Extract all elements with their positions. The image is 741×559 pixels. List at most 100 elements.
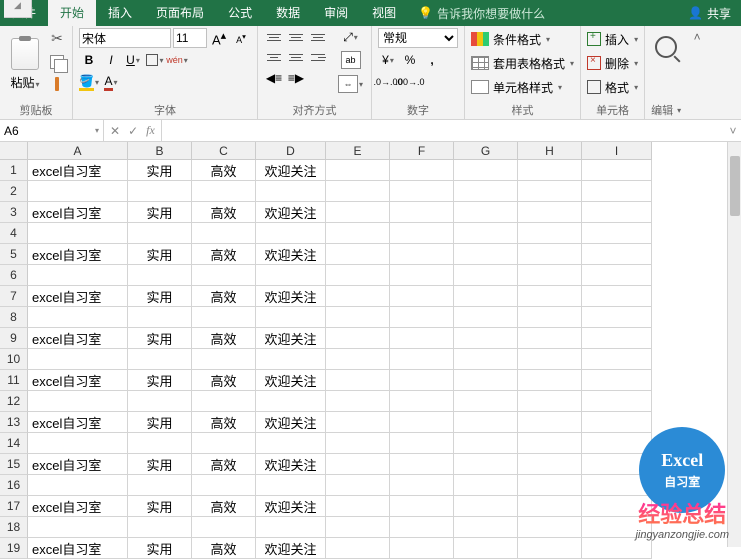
- cell-E2[interactable]: [326, 181, 390, 202]
- cell-F5[interactable]: [390, 244, 454, 265]
- cell-C13[interactable]: 高效: [192, 412, 256, 433]
- cell-I1[interactable]: [582, 160, 652, 181]
- font-size-select[interactable]: [173, 28, 207, 48]
- cell-E10[interactable]: [326, 349, 390, 370]
- increase-font-button[interactable]: A▴: [209, 28, 229, 48]
- cell-I16[interactable]: [582, 475, 652, 496]
- cell-E4[interactable]: [326, 223, 390, 244]
- cell-B15[interactable]: 实用: [128, 454, 192, 475]
- cell-C10[interactable]: [192, 349, 256, 370]
- cell-A19[interactable]: excel自习室: [28, 538, 128, 559]
- fill-color-button[interactable]: 🪣▾: [79, 72, 99, 92]
- cell-G9[interactable]: [454, 328, 518, 349]
- cell-C8[interactable]: [192, 307, 256, 328]
- cell-A1[interactable]: excel自习室: [28, 160, 128, 181]
- tab-review[interactable]: 审阅: [312, 0, 360, 26]
- expand-formula-bar-button[interactable]: ˅: [725, 124, 741, 138]
- cell-D19[interactable]: 欢迎关注: [256, 538, 326, 559]
- cell-E1[interactable]: [326, 160, 390, 181]
- cell-H1[interactable]: [518, 160, 582, 181]
- cell-A15[interactable]: excel自习室: [28, 454, 128, 475]
- tab-home[interactable]: 开始: [48, 0, 96, 26]
- cell-B12[interactable]: [128, 391, 192, 412]
- cell-H4[interactable]: [518, 223, 582, 244]
- align-bottom-button[interactable]: [308, 28, 328, 46]
- comma-button[interactable]: ,: [422, 50, 442, 70]
- format-as-table-button[interactable]: 套用表格格式▾: [471, 52, 574, 74]
- delete-cells-button[interactable]: 删除▾: [587, 52, 638, 74]
- cell-F8[interactable]: [390, 307, 454, 328]
- cell-D4[interactable]: [256, 223, 326, 244]
- cell-E6[interactable]: [326, 265, 390, 286]
- tab-formulas[interactable]: 公式: [216, 0, 264, 26]
- row-header-19[interactable]: 19: [0, 538, 28, 559]
- cell-E7[interactable]: [326, 286, 390, 307]
- cell-D9[interactable]: 欢迎关注: [256, 328, 326, 349]
- cell-G18[interactable]: [454, 517, 518, 538]
- cell-A9[interactable]: excel自习室: [28, 328, 128, 349]
- tell-me[interactable]: 💡 告诉我你想要做什么: [418, 5, 545, 22]
- cell-H12[interactable]: [518, 391, 582, 412]
- cell-D17[interactable]: 欢迎关注: [256, 496, 326, 517]
- cell-G13[interactable]: [454, 412, 518, 433]
- increase-indent-button[interactable]: ≡▶: [286, 68, 306, 88]
- cell-I14[interactable]: [582, 433, 652, 454]
- cell-H10[interactable]: [518, 349, 582, 370]
- cell-G17[interactable]: [454, 496, 518, 517]
- decrease-font-button[interactable]: A▾: [231, 28, 251, 48]
- cell-F4[interactable]: [390, 223, 454, 244]
- cell-C15[interactable]: 高效: [192, 454, 256, 475]
- cell-E16[interactable]: [326, 475, 390, 496]
- phonetic-button[interactable]: wén▾: [167, 50, 187, 70]
- accounting-format-button[interactable]: ¥▾: [378, 50, 398, 70]
- cell-F17[interactable]: [390, 496, 454, 517]
- cell-A11[interactable]: excel自习室: [28, 370, 128, 391]
- cell-G14[interactable]: [454, 433, 518, 454]
- orientation-button[interactable]: ⤢▾: [336, 28, 365, 47]
- cell-A10[interactable]: [28, 349, 128, 370]
- cell-F15[interactable]: [390, 454, 454, 475]
- cell-B5[interactable]: 实用: [128, 244, 192, 265]
- collapse-ribbon-button[interactable]: ˄: [694, 30, 701, 44]
- merge-button[interactable]: ⇔▾: [336, 73, 365, 95]
- cell-H9[interactable]: [518, 328, 582, 349]
- cell-B1[interactable]: 实用: [128, 160, 192, 181]
- formula-bar[interactable]: [162, 120, 725, 142]
- cancel-formula-button[interactable]: ✕: [110, 124, 120, 138]
- cell-D1[interactable]: 欢迎关注: [256, 160, 326, 181]
- row-header-6[interactable]: 6: [0, 265, 28, 286]
- cell-A13[interactable]: excel自习室: [28, 412, 128, 433]
- row-header-12[interactable]: 12: [0, 391, 28, 412]
- cell-G11[interactable]: [454, 370, 518, 391]
- row-header-5[interactable]: 5: [0, 244, 28, 265]
- cell-G3[interactable]: [454, 202, 518, 223]
- cell-E5[interactable]: [326, 244, 390, 265]
- paste-button[interactable]: 粘贴▾: [6, 28, 44, 100]
- cell-A3[interactable]: excel自习室: [28, 202, 128, 223]
- cell-E17[interactable]: [326, 496, 390, 517]
- cell-C16[interactable]: [192, 475, 256, 496]
- row-header-9[interactable]: 9: [0, 328, 28, 349]
- cut-button[interactable]: ✂: [49, 28, 65, 49]
- cell-B8[interactable]: [128, 307, 192, 328]
- row-header-17[interactable]: 17: [0, 496, 28, 517]
- align-middle-button[interactable]: [286, 28, 306, 46]
- cell-D7[interactable]: 欢迎关注: [256, 286, 326, 307]
- row-header-13[interactable]: 13: [0, 412, 28, 433]
- cell-H14[interactable]: [518, 433, 582, 454]
- cell-B17[interactable]: 实用: [128, 496, 192, 517]
- decrease-decimal-button[interactable]: .00→.0: [400, 72, 420, 92]
- cell-G1[interactable]: [454, 160, 518, 181]
- insert-cells-button[interactable]: 插入▾: [587, 28, 638, 50]
- cell-D6[interactable]: [256, 265, 326, 286]
- cell-H8[interactable]: [518, 307, 582, 328]
- fx-button[interactable]: fx: [146, 123, 155, 138]
- cell-H5[interactable]: [518, 244, 582, 265]
- cell-A16[interactable]: [28, 475, 128, 496]
- row-header-8[interactable]: 8: [0, 307, 28, 328]
- cell-styles-button[interactable]: 单元格样式▾: [471, 76, 574, 98]
- cell-F9[interactable]: [390, 328, 454, 349]
- cell-C9[interactable]: 高效: [192, 328, 256, 349]
- cell-G19[interactable]: [454, 538, 518, 559]
- cell-C6[interactable]: [192, 265, 256, 286]
